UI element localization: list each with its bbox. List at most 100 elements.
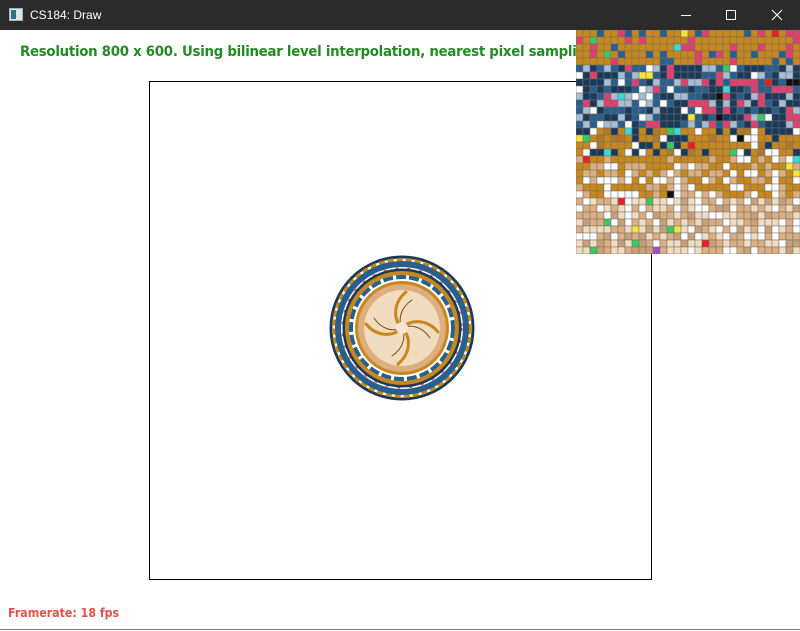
zoom-pixel-cell xyxy=(708,113,717,122)
zoom-pixel-cell xyxy=(778,120,787,129)
zoom-pixel-cell xyxy=(687,183,696,192)
zoom-pixel-cell xyxy=(603,211,612,220)
zoom-pixel-cell xyxy=(631,113,640,122)
title-bar[interactable]: CS184: Draw xyxy=(0,0,800,30)
zoom-pixel-cell xyxy=(729,176,738,185)
zoom-pixel-cell xyxy=(792,162,800,171)
zoom-pixel-cell xyxy=(715,92,724,101)
zoom-pixel-cell xyxy=(673,36,682,45)
zoom-pixel-cell xyxy=(701,162,710,171)
zoom-pixel-cell xyxy=(610,176,619,185)
zoom-pixel-cell xyxy=(610,106,619,115)
zoom-pixel-cell xyxy=(708,190,717,199)
zoom-pixel-cell xyxy=(743,155,752,164)
zoom-pixel-cell xyxy=(582,169,591,178)
zoom-pixel-cell xyxy=(631,50,640,59)
zoom-pixel-cell xyxy=(771,218,780,227)
zoom-pixel-cell xyxy=(624,127,633,136)
zoom-pixel-cell xyxy=(778,141,787,150)
zoom-pixel-cell xyxy=(659,162,668,171)
zoom-pixel-cell xyxy=(708,99,717,108)
zoom-pixel-cell xyxy=(764,50,773,59)
zoom-pixel-cell xyxy=(645,57,654,66)
maximize-button[interactable] xyxy=(708,0,754,30)
zoom-pixel-cell xyxy=(785,106,794,115)
zoom-pixel-cell xyxy=(778,176,787,185)
zoom-pixel-cell xyxy=(708,211,717,220)
zoom-pixel-cell xyxy=(708,169,717,178)
zoom-pixel-cell xyxy=(687,120,696,129)
zoom-pixel-cell xyxy=(589,162,598,171)
zoom-pixel-cell xyxy=(617,169,626,178)
zoom-pixel-cell xyxy=(792,43,800,52)
minimize-button[interactable] xyxy=(663,0,709,30)
zoom-pixel-cell xyxy=(736,127,745,136)
zoom-pixel-cell xyxy=(666,30,675,38)
zoom-pixel-cell xyxy=(694,218,703,227)
zoom-pixel-cell xyxy=(624,155,633,164)
zoom-pixel-cell xyxy=(708,148,717,157)
zoom-pixel-cell xyxy=(582,99,591,108)
zoom-pixel-cell xyxy=(778,30,787,38)
zoom-pixel-cell xyxy=(778,106,787,115)
zoom-pixel-cell xyxy=(582,36,591,45)
zoom-pixel-cell xyxy=(624,225,633,234)
zoom-pixel-cell xyxy=(764,246,773,254)
zoom-pixel-cell xyxy=(576,120,584,129)
zoom-pixel-cell xyxy=(610,120,619,129)
zoom-pixel-cell xyxy=(673,99,682,108)
zoom-pixel-cell xyxy=(785,176,794,185)
zoom-pixel-cell xyxy=(652,218,661,227)
zoom-pixel-cell xyxy=(743,106,752,115)
zoom-pixel-cell xyxy=(792,134,800,143)
zoom-pixel-cell xyxy=(687,64,696,73)
zoom-pixel-cell xyxy=(792,148,800,157)
zoom-pixel-cell xyxy=(722,99,731,108)
zoom-pixel-cell xyxy=(687,43,696,52)
close-button[interactable] xyxy=(754,0,800,30)
zoom-pixel-cell xyxy=(624,176,633,185)
zoom-pixel-cell xyxy=(576,176,584,185)
zoom-pixel-cell xyxy=(764,120,773,129)
zoom-pixel-cell xyxy=(680,78,689,87)
zoom-pixel-cell xyxy=(666,176,675,185)
zoom-pixel-cell xyxy=(785,50,794,59)
window-title: CS184: Draw xyxy=(30,8,102,22)
zoom-pixel-cell xyxy=(701,218,710,227)
zoom-pixel-cell xyxy=(750,239,759,248)
zoom-pixel-cell xyxy=(715,43,724,52)
zoom-pixel-cell xyxy=(652,225,661,234)
zoom-pixel-cell xyxy=(666,120,675,129)
zoom-pixel-cell xyxy=(708,50,717,59)
zoom-pixel-cell xyxy=(582,85,591,94)
zoom-pixel-cell xyxy=(659,50,668,59)
zoom-pixel-cell xyxy=(708,43,717,52)
zoom-pixel-cell xyxy=(736,239,745,248)
zoom-pixel-cell xyxy=(610,127,619,136)
zoom-pixel-cell xyxy=(736,106,745,115)
zoom-pixel-cell xyxy=(673,162,682,171)
zoom-pixel-cell xyxy=(680,106,689,115)
zoom-pixel-cell xyxy=(708,239,717,248)
zoom-pixel-cell xyxy=(610,239,619,248)
zoom-pixel-cell xyxy=(673,141,682,150)
zoom-pixel-cell xyxy=(771,127,780,136)
zoom-pixel-cell xyxy=(631,43,640,52)
zoom-pixel-cell xyxy=(736,211,745,220)
zoom-pixel-cell xyxy=(624,211,633,220)
zoom-pixel-cell xyxy=(701,120,710,129)
zoom-pixel-cell xyxy=(778,113,787,122)
zoom-pixel-cell xyxy=(715,141,724,150)
zoom-pixel-cell xyxy=(743,246,752,254)
zoom-pixel-cell xyxy=(576,78,584,87)
zoom-pixel-cell xyxy=(652,57,661,66)
zoom-pixel-cell xyxy=(610,197,619,206)
zoom-pixel-cell xyxy=(582,78,591,87)
zoom-pixel-cell xyxy=(638,57,647,66)
zoom-pixel-cell xyxy=(631,134,640,143)
zoom-pixel-cell xyxy=(757,92,766,101)
zoom-pixel-cell xyxy=(764,92,773,101)
zoom-pixel-cell xyxy=(645,162,654,171)
zoom-pixel-cell xyxy=(610,225,619,234)
zoom-pixel-cell xyxy=(708,225,717,234)
